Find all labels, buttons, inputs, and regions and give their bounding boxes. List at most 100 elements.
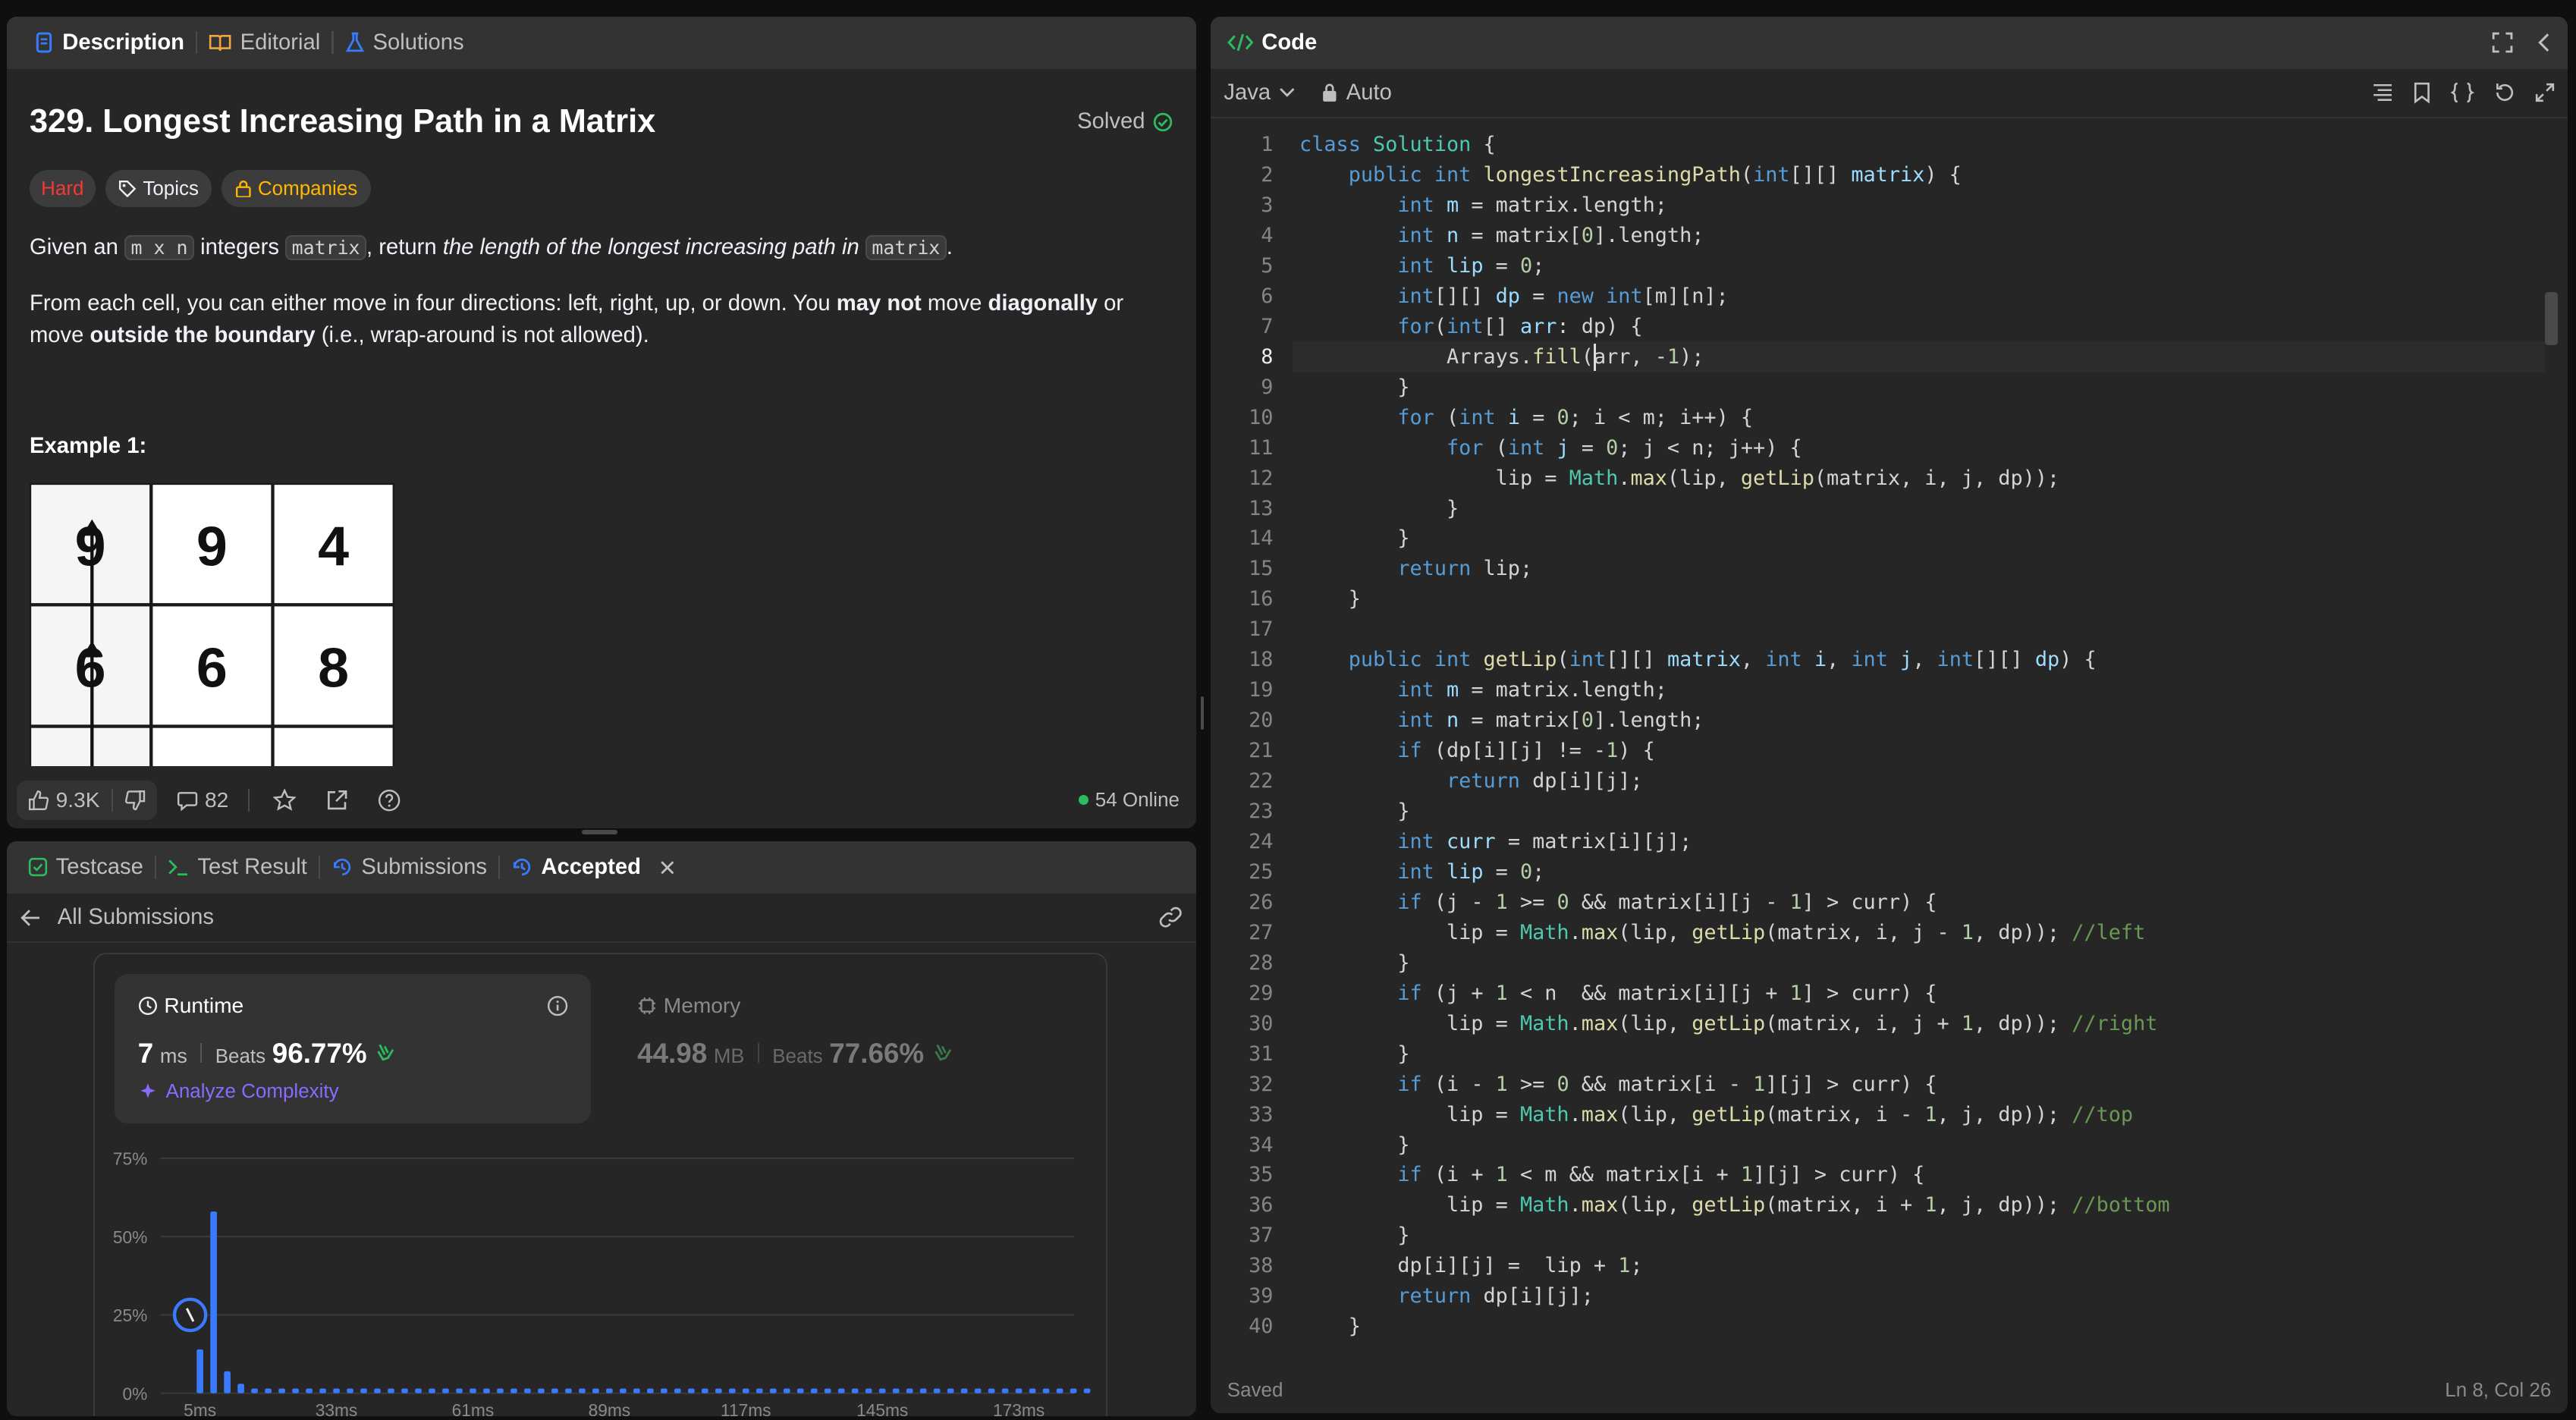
tab-testcase[interactable]: Testcase [17, 841, 155, 894]
code-line[interactable]: int n = matrix[0].length; [1299, 221, 2170, 251]
chart-bar[interactable] [743, 1388, 750, 1393]
chart-bar[interactable] [661, 1388, 668, 1393]
code-line[interactable]: dp[i][j] = lip + 1; [1299, 1251, 2170, 1281]
chart-bar[interactable] [975, 1388, 982, 1393]
chart-bar[interactable] [674, 1388, 682, 1393]
chart-bar[interactable] [920, 1388, 927, 1393]
chart-bar[interactable] [306, 1388, 313, 1393]
tab-editorial[interactable]: Editorial [197, 17, 331, 69]
code-line[interactable]: } [1299, 494, 2170, 524]
code-line[interactable]: } [1299, 584, 2170, 614]
code-line[interactable]: if (j - 1 >= 0 && matrix[i][j - 1] > cur… [1299, 888, 2170, 918]
code-line[interactable]: int curr = matrix[i][j]; [1299, 827, 2170, 857]
auto-mode-selector[interactable]: Auto [1321, 80, 1392, 105]
chart-bar[interactable] [319, 1388, 327, 1393]
code-line[interactable]: lip = Math.max(lip, getLip(matrix, i + 1… [1299, 1190, 2170, 1221]
chart-bar[interactable] [251, 1388, 259, 1393]
code-line[interactable]: } [1299, 1221, 2170, 1251]
share-button[interactable] [325, 789, 348, 812]
runtime-distribution-chart[interactable]: 75% 50% 25% 0% 5ms 33ms 61ms 89ms 117ms 145ms 173m… [95, 1139, 1108, 1416]
code-line[interactable]: lip = Math.max(lip, getLip(matrix, i, j,… [1299, 463, 2170, 494]
maximize-icon[interactable] [2492, 32, 2513, 53]
code-editor[interactable]: 1 2 3 4 5 6 7 8 9 10 11 12 13 14 15 16 17 18 19 20 21 22 23 24 2… [1211, 130, 2568, 1370]
chart-bar[interactable] [1070, 1388, 1077, 1393]
code-line[interactable]: class Solution { [1299, 130, 2170, 160]
chart-bar[interactable] [1084, 1388, 1091, 1393]
vertical-resize-handle[interactable] [1201, 696, 1205, 730]
chart-bar[interactable] [388, 1388, 395, 1393]
chart-bar[interactable] [292, 1388, 300, 1393]
chart-bar[interactable] [429, 1388, 436, 1393]
problem-title[interactable]: 329. Longest Increasing Path in a Matrix [30, 103, 655, 140]
chart-bar[interactable] [879, 1388, 886, 1393]
chart-bar[interactable] [620, 1388, 627, 1393]
code-line[interactable]: if (i + 1 < m && matrix[i + 1][j] > curr… [1299, 1160, 2170, 1190]
code-line[interactable]: } [1299, 1312, 2170, 1342]
close-icon[interactable] [659, 859, 676, 876]
chart-bar[interactable] [551, 1388, 559, 1393]
chart-bar[interactable] [934, 1388, 941, 1393]
chart-bar[interactable] [961, 1388, 968, 1393]
chart-bar[interactable] [1029, 1388, 1036, 1393]
chart-bar[interactable] [947, 1388, 954, 1393]
dislike-button[interactable] [113, 790, 157, 811]
analyze-complexity-button[interactable]: Analyze Complexity [138, 1079, 568, 1103]
chart-bar[interactable] [1016, 1388, 1023, 1393]
chart-bar[interactable] [442, 1388, 450, 1393]
code-line[interactable]: return lip; [1299, 554, 2170, 584]
runtime-card[interactable]: Runtime 7 ms Beats 96.77% Analyze Comple… [115, 974, 592, 1124]
chart-bar[interactable] [497, 1388, 504, 1393]
code-line[interactable]: if (j + 1 < n && matrix[i][j + 1] > curr… [1299, 979, 2170, 1009]
info-icon[interactable] [547, 995, 568, 1016]
chart-bar[interactable] [237, 1383, 245, 1393]
chart-bar[interactable] [797, 1388, 805, 1393]
chart-bar[interactable] [278, 1388, 286, 1393]
chart-bar[interactable] [715, 1388, 723, 1393]
chart-bar[interactable] [647, 1388, 655, 1393]
tab-description[interactable]: Description [23, 17, 196, 69]
code-line[interactable]: int lip = 0; [1299, 251, 2170, 281]
link-icon[interactable] [1158, 906, 1183, 928]
horizontal-resize-handle[interactable] [581, 829, 618, 835]
code-line[interactable]: for (int i = 0; i < m; i++) { [1299, 403, 2170, 433]
code-line[interactable] [1299, 614, 2170, 645]
language-selector[interactable]: Java [1224, 80, 1295, 105]
chart-bar[interactable] [224, 1371, 231, 1393]
companies-button[interactable]: Companies [221, 170, 371, 207]
code-line[interactable]: if (dp[i][j] != -1) { [1299, 736, 2170, 766]
chart-bar[interactable] [579, 1388, 586, 1393]
code-line[interactable]: int[][] dp = new int[m][n]; [1299, 281, 2170, 312]
code-line[interactable]: return dp[i][j]; [1299, 766, 2170, 796]
chart-bar[interactable] [415, 1388, 423, 1393]
code-line[interactable]: public int longestIncreasingPath(int[][]… [1299, 160, 2170, 190]
chart-bar[interactable] [333, 1388, 341, 1393]
tab-test-result[interactable]: Test Result [156, 841, 319, 894]
chart-bar[interactable] [196, 1349, 204, 1393]
chart-bar[interactable] [988, 1388, 995, 1393]
chart-bar[interactable] [825, 1388, 831, 1393]
code-line[interactable]: int lip = 0; [1299, 857, 2170, 888]
chart-bar[interactable] [784, 1388, 791, 1393]
code-line[interactable]: return dp[i][j]; [1299, 1281, 2170, 1312]
chart-bar[interactable] [374, 1388, 382, 1393]
chart-bar[interactable] [702, 1388, 709, 1393]
chart-bar[interactable] [360, 1388, 368, 1393]
collapse-icon[interactable] [2537, 32, 2551, 53]
code-line[interactable]: } [1299, 948, 2170, 979]
code-line[interactable]: public int getLip(int[][] matrix, int i,… [1299, 645, 2170, 675]
chart-bar[interactable] [633, 1388, 641, 1393]
chart-bar[interactable] [265, 1388, 272, 1393]
code-line[interactable]: int m = matrix.length; [1299, 190, 2170, 221]
code-line[interactable]: if (i - 1 >= 0 && matrix[i - 1][j] > cur… [1299, 1070, 2170, 1100]
code-lines[interactable]: class Solution { public int longestIncre… [1299, 130, 2170, 1342]
chart-bar[interactable] [592, 1388, 600, 1393]
chart-bar[interactable] [729, 1388, 737, 1393]
code-line[interactable]: } [1299, 372, 2170, 403]
code-line[interactable]: lip = Math.max(lip, getLip(matrix, i - 1… [1299, 1100, 2170, 1130]
chart-bar[interactable] [565, 1388, 573, 1393]
code-line[interactable]: for(int[] arr: dp) { [1299, 312, 2170, 342]
chart-bar[interactable] [865, 1388, 872, 1393]
chart-bar[interactable] [1057, 1388, 1063, 1393]
format-icon[interactable] [2372, 83, 2393, 102]
code-line[interactable]: for (int j = 0; j < n; j++) { [1299, 433, 2170, 463]
